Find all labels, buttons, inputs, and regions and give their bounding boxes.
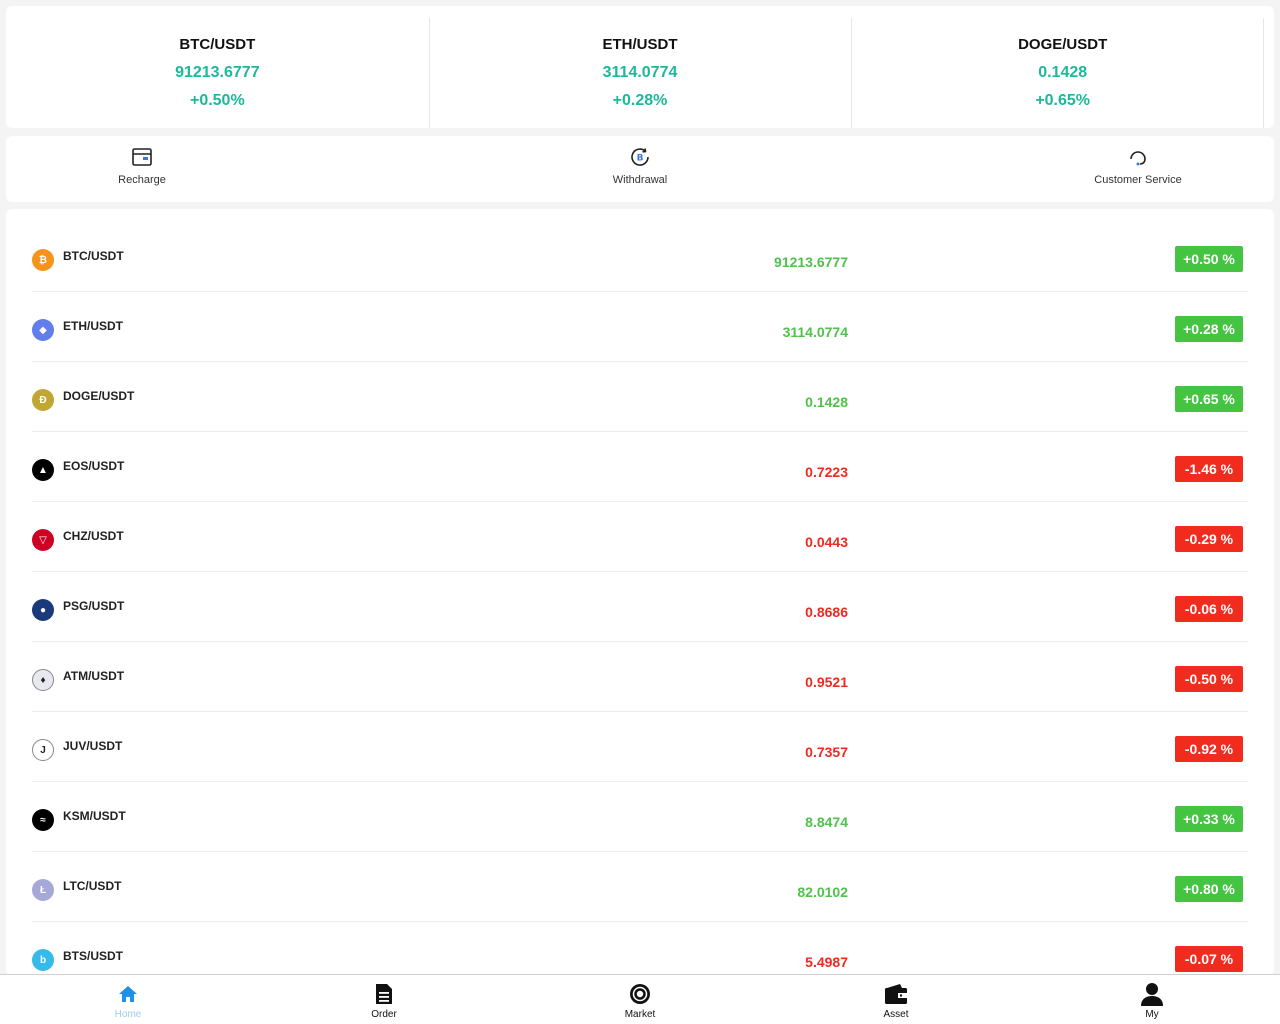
market-row[interactable]: Ł LTC/USDT 82.0102 +0.80 %: [32, 852, 1248, 922]
ksm-icon: ≈: [32, 809, 54, 831]
eth-icon: ◆: [32, 319, 54, 341]
tab-market[interactable]: Market: [512, 975, 768, 1024]
ticker-price: 3114.0774: [602, 64, 678, 81]
chz-icon: ▽: [32, 529, 54, 551]
change-badge[interactable]: -0.29 %: [1175, 526, 1243, 552]
bts-icon: b: [32, 949, 54, 971]
pair-name: ATM/USDT: [63, 669, 125, 683]
last-price: 8.8474: [805, 814, 848, 830]
ticker-price: 0.1428: [1038, 64, 1088, 81]
last-price: 0.1428: [805, 394, 848, 410]
tab-asset[interactable]: Asset: [768, 975, 1024, 1024]
ticker-pair: ETH/USDT: [602, 36, 678, 53]
last-price: 82.0102: [797, 884, 848, 900]
psg-icon: ●: [32, 599, 54, 621]
change-badge[interactable]: +0.65 %: [1175, 386, 1243, 412]
ticker-doge[interactable]: DOGE/USDT 0.1428 +0.65%: [851, 6, 1274, 128]
pair-name: PSG/USDT: [63, 599, 125, 613]
tab-label: My: [1145, 1009, 1159, 1020]
last-price: 91213.6777: [774, 254, 848, 270]
last-price: 3114.0774: [782, 324, 848, 340]
ticker-pair: DOGE/USDT: [1018, 36, 1108, 53]
market-list: ₿ BTC/USDT 91213.6777 +0.50 % ◆ ETH/USDT 3114.…: [6, 209, 1274, 975]
pair-name: KSM/USDT: [63, 809, 126, 823]
tab-label: Order: [371, 1009, 397, 1020]
pair-name: JUV/USDT: [63, 739, 123, 753]
home-icon: [119, 986, 137, 1002]
pair-name: DOGE/USDT: [63, 389, 135, 403]
ticker-eth[interactable]: ETH/USDT 3114.0774 +0.28%: [428, 6, 852, 128]
change-badge[interactable]: -0.06 %: [1175, 596, 1243, 622]
market-row[interactable]: J JUV/USDT 0.7357 -0.92 %: [32, 712, 1248, 782]
change-badge[interactable]: -0.07 %: [1175, 946, 1243, 972]
last-price: 5.4987: [805, 954, 848, 970]
withdrawal-button[interactable]: B Withdrawal: [560, 146, 720, 186]
last-price: 0.8686: [805, 604, 848, 620]
tab-my[interactable]: My: [1024, 975, 1280, 1024]
customer-service-button[interactable]: Customer Service: [1058, 146, 1218, 186]
user-icon: [1141, 983, 1163, 1006]
change-badge[interactable]: -0.92 %: [1175, 736, 1243, 762]
wallet-card-icon: [132, 148, 152, 166]
bitcoin-transfer-icon: B: [631, 148, 649, 166]
withdrawal-label: Withdrawal: [612, 174, 668, 186]
ticker-btc[interactable]: BTC/USDT 91213.6777 +0.50%: [6, 6, 429, 128]
change-badge[interactable]: +0.28 %: [1175, 316, 1243, 342]
recharge-button[interactable]: Recharge: [62, 146, 222, 186]
wallet-icon: [885, 984, 907, 1004]
change-badge[interactable]: -1.46 %: [1175, 456, 1243, 482]
tab-label: Home: [114, 1009, 142, 1020]
change-badge[interactable]: +0.33 %: [1175, 806, 1243, 832]
last-price: 0.7357: [805, 744, 848, 760]
ticker-summary: BTC/USDT 91213.6777 +0.50% ETH/USDT 3114…: [6, 6, 1274, 128]
market-row[interactable]: ≈ KSM/USDT 8.8474 +0.33 %: [32, 782, 1248, 852]
last-price: 0.0443: [805, 534, 848, 550]
tab-order[interactable]: Order: [256, 975, 512, 1024]
tab-home[interactable]: Home: [0, 975, 256, 1024]
market-row[interactable]: b BTS/USDT 5.4987 -0.07 %: [32, 922, 1248, 975]
market-icon: [630, 984, 650, 1004]
ltc-icon: Ł: [32, 879, 54, 901]
ticker-price: 91213.6777: [175, 64, 260, 81]
market-row[interactable]: ▲ EOS/USDT 0.7223 -1.46 %: [32, 432, 1248, 502]
change-badge[interactable]: -0.50 %: [1175, 666, 1243, 692]
recharge-label: Recharge: [118, 174, 166, 186]
last-price: 0.9521: [805, 674, 848, 690]
pair-name: EOS/USDT: [63, 459, 125, 473]
svg-text:B: B: [637, 154, 644, 164]
btc-icon: ₿: [32, 249, 54, 271]
market-row[interactable]: ▽ CHZ/USDT 0.0443 -0.29 %: [32, 502, 1248, 572]
quick-actions: Recharge B Withdrawal Customer Service: [6, 136, 1274, 202]
market-row[interactable]: Ð DOGE/USDT 0.1428 +0.65 %: [32, 362, 1248, 432]
ticker-change: +0.50%: [189, 92, 245, 109]
tab-label: Asset: [883, 1009, 909, 1020]
doge-icon: Ð: [32, 389, 54, 411]
bottom-tab-bar: Home Order Market Asset My: [0, 974, 1280, 1024]
market-row[interactable]: ◆ ETH/USDT 3114.0774 +0.28 %: [32, 292, 1248, 362]
ticker-change: +0.65%: [1035, 92, 1091, 109]
juv-icon: J: [32, 739, 54, 761]
atm-icon: ♦: [32, 669, 54, 691]
ticker-pair: BTC/USDT: [179, 36, 256, 53]
order-icon: [376, 984, 392, 1004]
headset-icon: [1130, 151, 1146, 166]
tab-label: Market: [624, 1009, 656, 1020]
customer-service-label: Customer Service: [1094, 174, 1182, 186]
ticker-change: +0.28%: [612, 92, 668, 109]
pair-name: CHZ/USDT: [63, 529, 124, 543]
last-price: 0.7223: [805, 464, 848, 480]
market-row[interactable]: ♦ ATM/USDT 0.9521 -0.50 %: [32, 642, 1248, 712]
pair-name: ETH/USDT: [63, 319, 123, 333]
eos-icon: ▲: [32, 459, 54, 481]
pair-name: LTC/USDT: [63, 879, 122, 893]
pair-name: BTC/USDT: [63, 249, 124, 263]
market-row[interactable]: ● PSG/USDT 0.8686 -0.06 %: [32, 572, 1248, 642]
change-badge[interactable]: +0.50 %: [1175, 246, 1243, 272]
change-badge[interactable]: +0.80 %: [1175, 876, 1243, 902]
pair-name: BTS/USDT: [63, 949, 123, 963]
market-row[interactable]: ₿ BTC/USDT 91213.6777 +0.50 %: [32, 222, 1248, 292]
